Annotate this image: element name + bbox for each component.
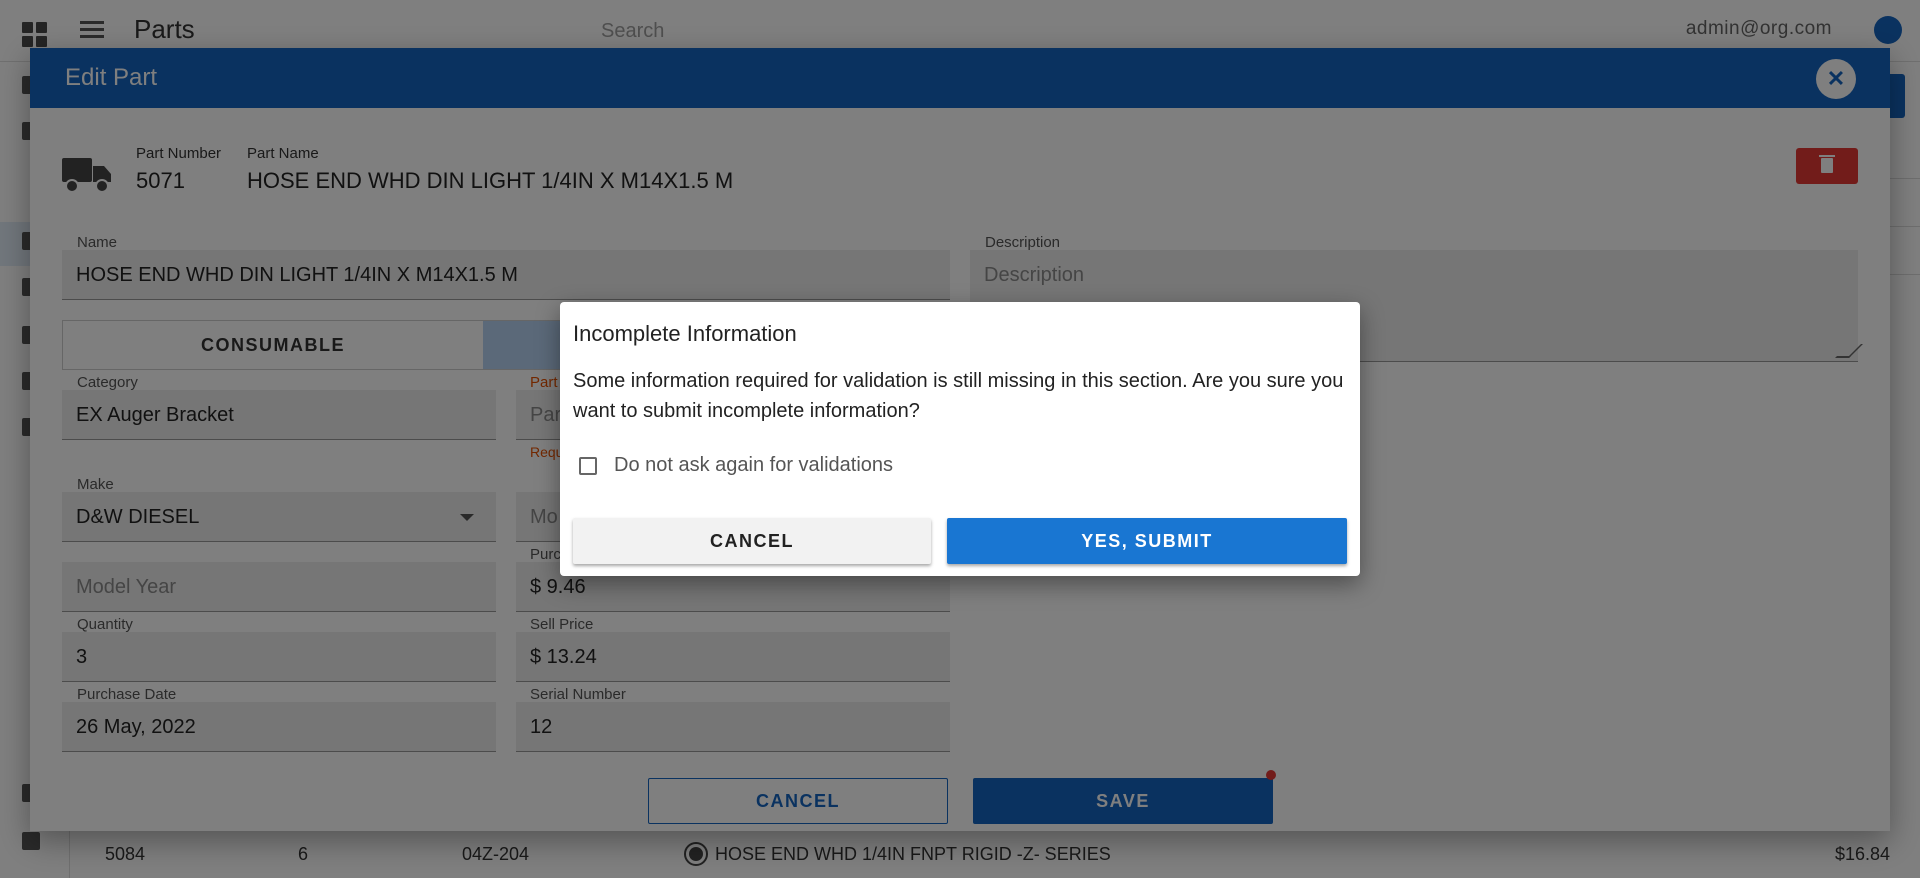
do-not-ask-label[interactable]: Do not ask again for validations [614, 454, 893, 477]
confirm-title: Incomplete Information [573, 321, 797, 346]
do-not-ask-checkbox[interactable] [579, 457, 597, 475]
incomplete-info-dialog: Incomplete Information Some information … [560, 302, 1360, 576]
confirm-message: Some information required for validation… [573, 370, 1344, 422]
confirm-cancel-button[interactable]: CANCEL [573, 518, 931, 564]
yes-submit-button[interactable]: YES, SUBMIT [947, 518, 1347, 564]
